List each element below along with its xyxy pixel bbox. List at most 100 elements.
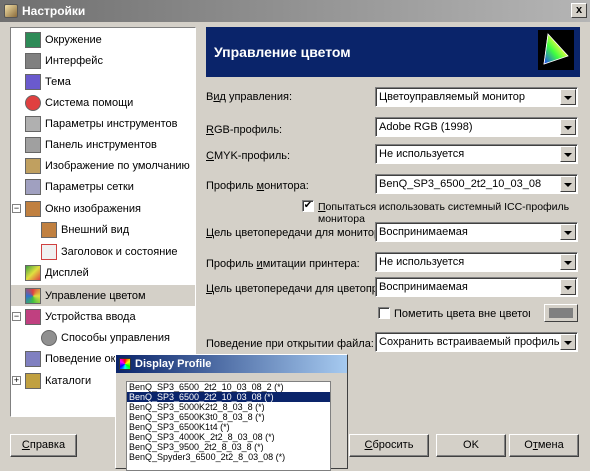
sidebar-item-tool-options[interactable]: Параметры инструментов <box>11 113 195 134</box>
sidebar-item-label: Дисплей <box>45 266 89 279</box>
sidebar-item-label: Заголовок и состояние <box>61 245 178 258</box>
theme-icon <box>25 73 41 90</box>
proof-intent-select[interactable]: Воспринимаемая <box>375 277 578 297</box>
chevron-down-icon[interactable] <box>560 334 576 350</box>
proof-intent-value: Воспринимаемая <box>379 281 468 293</box>
rgb-profile-label: RGB-профиль: <box>206 124 283 136</box>
input-devices-icon <box>25 308 41 325</box>
help-button[interactable]: Справка <box>10 434 77 457</box>
monitor-profile-label: Профиль монитора: <box>206 180 309 192</box>
profile-list[interactable]: BenQ_SP3_6500_2t2_10_03_08_2 (*) BenQ_SP… <box>126 381 331 471</box>
sidebar-item-environment[interactable]: Окружение <box>11 29 195 50</box>
sidebar-item-input-devices[interactable]: − Устройства ввода <box>11 306 195 327</box>
sidebar-item-image-windows[interactable]: − Окно изображения <box>11 198 195 219</box>
gimp-app-icon <box>4 4 18 18</box>
sidebar-item-label: Управление цветом <box>45 289 146 302</box>
page-header: Управление цветом <box>206 27 580 77</box>
list-item[interactable]: BenQ_SP3_6500_2t2_10_03_08 (*) <box>127 392 330 402</box>
collapse-icon[interactable]: − <box>12 312 21 321</box>
ok-button[interactable]: OK <box>436 434 506 457</box>
chevron-down-icon[interactable] <box>560 176 576 192</box>
sidebar-item-label: Окружение <box>45 33 102 46</box>
window-management-icon <box>25 350 41 367</box>
list-item[interactable]: BenQ_SP3_4000K_2t2_8_03_08 (*) <box>127 432 330 442</box>
collapse-icon[interactable]: − <box>12 204 21 213</box>
display-intent-select[interactable]: Воспринимаемая <box>375 222 578 242</box>
monitor-profile-value: BenQ_SP3_6500_2t2_10_03_08 <box>379 178 542 190</box>
sidebar-item-input-controllers[interactable]: Способы управления <box>11 327 195 348</box>
sidebar-item-color-management[interactable]: Управление цветом <box>11 285 195 306</box>
sidebar-item-display[interactable]: Дисплей <box>11 262 195 283</box>
system-profile-checkbox[interactable]: ✔ <box>302 200 314 212</box>
grid-icon <box>25 178 41 195</box>
sidebar-item-title-status[interactable]: Заголовок и состояние <box>11 241 195 262</box>
monitor-profile-select[interactable]: BenQ_SP3_6500_2t2_10_03_08 <box>375 174 578 194</box>
sidebar-item-label: Способы управления <box>61 331 171 344</box>
sidebar-item-label: Панель инструментов <box>45 138 157 151</box>
appearance-icon <box>41 221 57 238</box>
file-open-behaviour-label: Поведение при открытии файла: <box>206 338 374 350</box>
interface-icon <box>25 52 41 69</box>
folders-icon <box>25 372 41 389</box>
file-open-behaviour-select[interactable]: Сохранить встраиваемый профиль <box>375 332 578 352</box>
sidebar-item-help-system[interactable]: Система помощи <box>11 92 195 113</box>
list-item[interactable]: BenQ_SP3_5000K2t2_8_03_8 (*) <box>127 402 330 412</box>
expand-icon[interactable]: + <box>12 376 21 385</box>
gamut-warning-label: Пометить цвета вне цветового охвата <box>394 308 530 320</box>
list-item[interactable]: BenQ_SP3_9500_2t2_8_03_8 (*) <box>127 442 330 452</box>
chevron-down-icon[interactable] <box>560 89 576 105</box>
cmyk-profile-select[interactable]: Не используется <box>375 144 578 164</box>
help-icon <box>25 94 41 111</box>
sidebar-item-label: Изображение по умолчанию <box>45 159 190 172</box>
title-status-icon <box>41 243 57 260</box>
chevron-down-icon[interactable] <box>560 146 576 162</box>
input-controllers-icon <box>41 329 57 346</box>
rgb-profile-value: Adobe RGB (1998) <box>379 121 473 133</box>
display-profile-icon <box>119 358 131 370</box>
close-window-button[interactable]: x <box>571 3 587 18</box>
display-icon <box>25 264 41 281</box>
gamut-color-button[interactable] <box>544 304 578 322</box>
sidebar-item-toolbox[interactable]: Панель инструментов <box>11 134 195 155</box>
display-intent-label: Цель цветопередачи для монитора: <box>206 227 390 239</box>
reset-button[interactable]: Сбросить <box>349 434 429 457</box>
popup-title: Display Profile <box>135 358 212 370</box>
chevron-down-icon[interactable] <box>560 279 576 295</box>
sidebar-item-label: Параметры сетки <box>45 180 134 193</box>
mode-select[interactable]: Цветоуправляемый монитор <box>375 87 578 107</box>
list-item[interactable]: BenQ_SP3_6500K3t0_8_03_8 (*) <box>127 412 330 422</box>
chevron-down-icon[interactable] <box>560 254 576 270</box>
display-intent-value: Воспринимаемая <box>379 226 468 238</box>
sidebar-item-default-image[interactable]: Изображение по умолчанию <box>11 155 195 176</box>
popup-title-bar[interactable]: Display Profile <box>116 355 347 373</box>
gamut-warning-checkbox[interactable] <box>378 307 390 319</box>
sidebar-item-appearance[interactable]: Внешний вид <box>11 219 195 240</box>
printer-profile-label: Профиль имитации принтера: <box>206 258 360 270</box>
sidebar-item-label: Внешний вид <box>61 223 130 236</box>
page-title: Управление цветом <box>214 44 351 60</box>
list-item[interactable]: BenQ_SP3_6500_2t2_10_03_08_2 (*) <box>127 382 330 392</box>
display-profile-popup[interactable]: Display Profile BenQ_SP3_6500_2t2_10_03_… <box>115 354 348 471</box>
window-title: Настройки <box>22 4 86 18</box>
rgb-profile-select[interactable]: Adobe RGB (1998) <box>375 117 578 137</box>
toolbox-icon <box>25 136 41 153</box>
cmyk-profile-label: CMYK-профиль: <box>206 150 291 162</box>
window-title-bar[interactable]: Настройки x <box>0 0 590 22</box>
list-item[interactable]: BenQ_SP3_6500K1t4 (*) <box>127 422 330 432</box>
chevron-down-icon[interactable] <box>560 224 576 240</box>
mode-value: Цветоуправляемый монитор <box>379 91 526 103</box>
sidebar-item-label: Интерфейс <box>45 54 103 67</box>
sidebar-item-theme[interactable]: Тема <box>11 71 195 92</box>
chevron-down-icon[interactable] <box>560 119 576 135</box>
list-item[interactable]: BenQ_Spyder3_6500_2t2_8_03_08 (*) <box>127 452 330 462</box>
tool-options-icon <box>25 115 41 132</box>
printer-profile-select[interactable]: Не используется <box>375 252 578 272</box>
file-open-behaviour-value: Сохранить встраиваемый профиль <box>379 336 560 348</box>
sidebar-item-label: Каталоги <box>45 374 92 387</box>
cmyk-profile-value: Не используется <box>379 148 465 160</box>
sidebar-item-interface[interactable]: Интерфейс <box>11 50 195 71</box>
sidebar-item-label: Окно изображения <box>45 202 141 215</box>
cancel-button[interactable]: Отмена <box>509 434 579 457</box>
sidebar-item-label: Параметры инструментов <box>45 117 178 130</box>
sidebar-item-default-grid[interactable]: Параметры сетки <box>11 176 195 197</box>
